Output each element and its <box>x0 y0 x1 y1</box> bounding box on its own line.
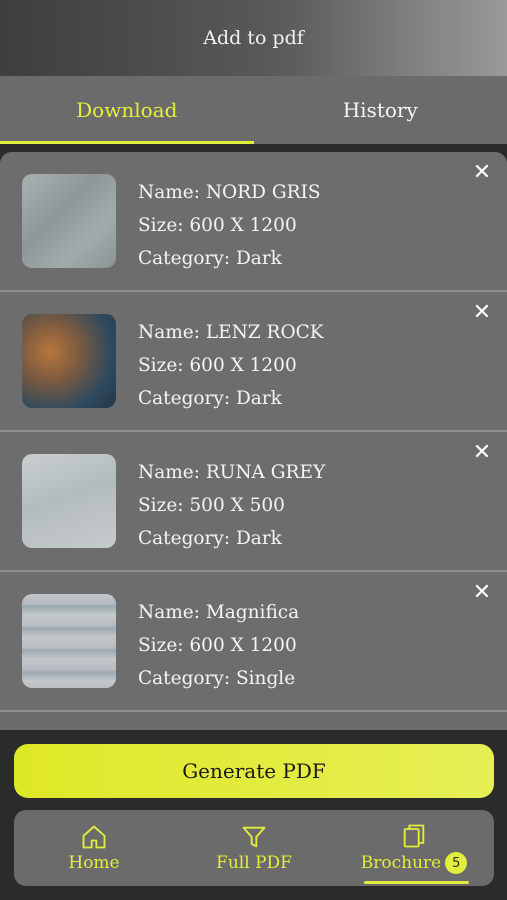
grey-marble-thumbnail <box>22 174 116 268</box>
tab-history[interactable]: History <box>254 76 507 144</box>
item-category: Category: Dark <box>138 528 282 549</box>
app-header: Add to pdf <box>0 0 507 76</box>
generate-pdf-button[interactable]: Generate PDF <box>14 744 494 798</box>
home-icon <box>82 825 106 849</box>
close-icon[interactable]: ✕ <box>469 440 495 466</box>
list-item: Name: RUNA GREY Size: 500 X 500 Category… <box>0 432 507 572</box>
copy-icon <box>403 824 425 848</box>
filter-icon <box>242 826 266 848</box>
item-name: Name: Magnifica <box>138 602 300 623</box>
count-badge: 5 <box>445 852 468 874</box>
light-grey-stone-thumbnail <box>22 454 116 548</box>
item-size: Size: 600 X 1200 <box>138 215 297 236</box>
item-category: Category: Dark <box>138 248 282 269</box>
nav-full-pdf-label: Full PDF <box>216 853 292 873</box>
tab-download[interactable]: Download <box>0 76 254 144</box>
nav-full-pdf[interactable]: Full PDF <box>174 810 334 886</box>
item-name: Name: NORD GRIS <box>138 182 321 203</box>
page-title: Add to pdf <box>203 27 304 49</box>
item-name: Name: LENZ ROCK <box>138 322 324 343</box>
item-size: Size: 500 X 500 <box>138 495 285 516</box>
item-category: Category: Single <box>138 668 296 689</box>
close-icon[interactable]: ✕ <box>469 580 495 606</box>
close-icon[interactable]: ✕ <box>469 160 495 186</box>
striped-grey-thumbnail <box>22 594 116 688</box>
tab-bar: Download History <box>0 76 507 144</box>
item-name: Name: RUNA GREY <box>138 462 326 483</box>
download-list[interactable]: Name: NORD GRIS Size: 600 X 1200 Categor… <box>0 152 507 730</box>
bottom-nav: Home Full PDF Brochure 5 <box>14 810 494 886</box>
nav-brochure-label: Brochure <box>360 853 442 873</box>
item-size: Size: 600 X 1200 <box>138 355 297 376</box>
nav-brochure[interactable]: Brochure 5 <box>334 810 494 886</box>
active-indicator <box>364 881 469 884</box>
item-size: Size: 600 X 1200 <box>138 635 297 656</box>
list-item: Name: Magnifica Size: 600 X 1200 Categor… <box>0 572 507 712</box>
close-icon[interactable]: ✕ <box>469 300 495 326</box>
nav-home-label: Home <box>68 853 120 873</box>
orange-blue-stone-thumbnail <box>22 314 116 408</box>
nav-home[interactable]: Home <box>14 810 174 886</box>
list-item: Name: LENZ ROCK Size: 600 X 1200 Categor… <box>0 292 507 432</box>
item-category: Category: Dark <box>138 388 282 409</box>
list-item: Name: NORD GRIS Size: 600 X 1200 Categor… <box>0 152 507 292</box>
